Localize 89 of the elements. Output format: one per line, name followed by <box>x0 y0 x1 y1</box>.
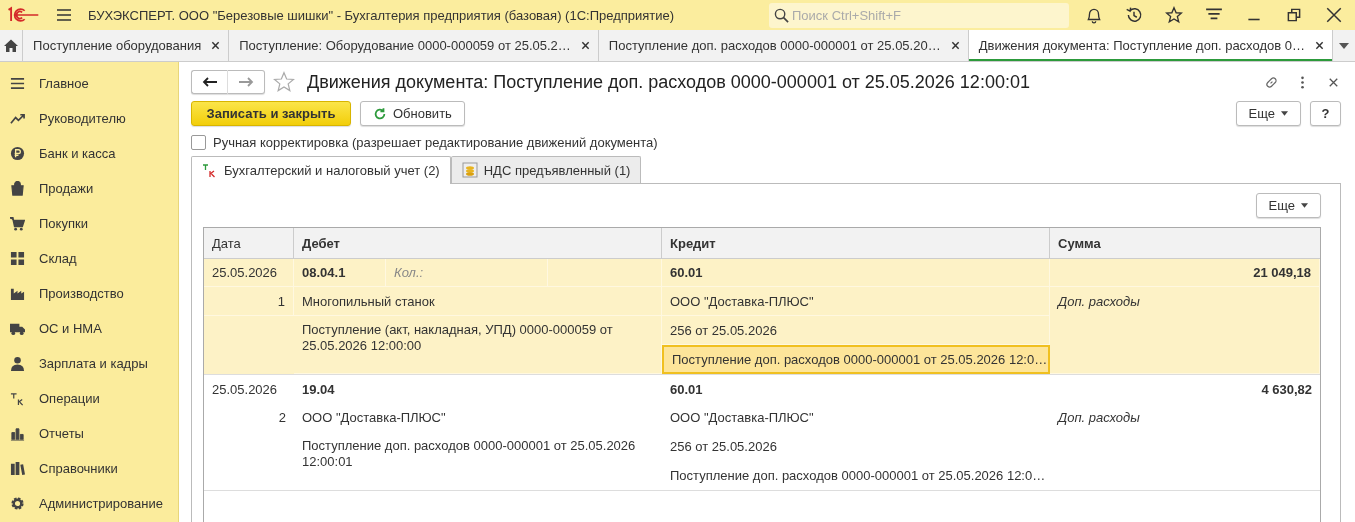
more-button[interactable]: Еще <box>1235 101 1301 126</box>
coins-icon <box>461 162 478 178</box>
logo-icon <box>6 6 40 24</box>
star-icon[interactable] <box>1165 6 1183 24</box>
checkbox[interactable] <box>191 135 206 150</box>
restore-icon[interactable] <box>1285 6 1303 24</box>
table-cell[interactable]: Поступление доп. расходов 0000-000001 от 25.05.2026 12:0… <box>662 345 1050 374</box>
table-cell: Многопильный станок <box>294 287 662 316</box>
save-and-close-button[interactable]: Записать и закрыть <box>191 101 351 126</box>
truck-icon <box>10 321 25 336</box>
tab[interactable]: НДС предъявленный (1) <box>450 156 642 183</box>
column-header[interactable]: Сумма <box>1050 228 1320 258</box>
close-icon[interactable] <box>580 41 590 50</box>
history-icon[interactable] <box>1125 6 1143 24</box>
back-arrow-icon <box>201 77 218 87</box>
caret-icon <box>1301 203 1308 208</box>
table-cell-text: 60.01 <box>669 380 704 399</box>
sidebar-item[interactable]: Производство <box>0 276 178 311</box>
form-title: Движения документа: Поступление доп. расходов 0000-000001 от 25.05.2026 12:00:01 <box>307 71 1031 93</box>
forward-arrow-icon <box>238 77 254 87</box>
table-cell: Кол.: <box>385 259 547 286</box>
close-icon[interactable] <box>1315 41 1324 50</box>
person-icon <box>10 356 25 371</box>
cart-icon <box>10 216 25 231</box>
factory-icon <box>10 286 25 301</box>
gear-icon <box>10 496 25 511</box>
sidebar-item[interactable]: Администрирование <box>0 486 178 521</box>
more-button[interactable]: Еще <box>1255 193 1321 218</box>
bag-icon <box>10 181 25 196</box>
close-icon[interactable] <box>950 41 960 50</box>
table-cell-text: Доп. расходы <box>1056 409 1141 427</box>
table-cell: 25.05.2026 <box>204 259 294 287</box>
trend-icon <box>10 111 25 126</box>
ledger-icon <box>202 162 218 179</box>
sidebar-item[interactable]: Зарплата и кадры <box>0 346 178 381</box>
table-cell: 21 049,18 <box>1050 259 1320 287</box>
table-cell[interactable]: ООО "Доставка-ПЛЮС" <box>662 403 1050 432</box>
close-icon[interactable] <box>1325 6 1343 24</box>
sidebar-item[interactable]: ОС и НМА <box>0 311 178 346</box>
bars-icon <box>10 426 25 441</box>
checkbox-label: Ручная корректировка (разрешает редактирование движений документа) <box>213 135 658 150</box>
caret-icon <box>1339 42 1349 49</box>
refresh-button[interactable]: Обновить <box>360 101 465 126</box>
table-cell-text: 4 630,82 <box>1260 380 1313 399</box>
refresh-icon <box>373 106 387 121</box>
bell-icon[interactable] <box>1085 6 1103 24</box>
sidebar-item[interactable]: Главное <box>0 66 178 101</box>
close-icon[interactable] <box>211 41 221 50</box>
sidebar-item[interactable]: Отчеты <box>0 416 178 451</box>
table-cell: Доп. расходы <box>1050 287 1320 374</box>
table-cell[interactable]: Поступление доп. расходов 0000-000001 от 25.05.2026 12:0… <box>662 461 1050 490</box>
document-tab[interactable]: Движения документа: Поступление доп. расходов 0… <box>968 30 1333 61</box>
search-field[interactable]: Поиск Ctrl+Shift+F <box>769 2 1069 28</box>
table-cell: Поступление (акт, накладная, УПД) 0000-000059 от 25.05.2026 12:00:00 <box>294 316 662 374</box>
column-header[interactable]: Дата <box>204 228 294 258</box>
table-cell-text: 25.05.2026 <box>211 380 279 399</box>
sidebar-item[interactable]: Покупки <box>0 206 178 241</box>
table-cell-text: 19.04 <box>301 380 336 399</box>
link-icon[interactable] <box>1264 74 1279 90</box>
table-cell-text: 2 <box>277 409 287 427</box>
star-icon[interactable] <box>273 71 295 93</box>
menu-icon[interactable] <box>56 7 72 23</box>
coin-icon <box>10 146 25 161</box>
table-cell-text: 08.04.1 <box>301 264 347 282</box>
table-cell[interactable]: ООО "Доставка-ПЛЮС" <box>662 287 1050 316</box>
ledger-icon <box>10 391 25 406</box>
sidebar-item[interactable]: Руководителю <box>0 101 178 136</box>
caret-icon <box>1281 111 1288 116</box>
column-header[interactable]: Дебет <box>294 228 662 258</box>
table-row[interactable] <box>204 259 1320 375</box>
sidebar-item[interactable]: Справочники <box>0 451 178 486</box>
back-button[interactable] <box>191 70 228 94</box>
sidebar-item[interactable]: Банк и касса <box>0 136 178 171</box>
sidebar-item[interactable]: Склад <box>0 241 178 276</box>
help-button[interactable]: ? <box>1310 101 1341 126</box>
table-cell[interactable]: 256 от 25.05.2026 <box>662 432 1050 461</box>
table-cell-text: ООО "Доставка-ПЛЮС" <box>301 409 447 427</box>
tab[interactable]: Бухгалтерский и налоговый учет (2) <box>191 156 451 184</box>
books-icon <box>10 461 25 476</box>
table-cell: 60.01 <box>662 259 1050 287</box>
table-cell: 1 <box>204 287 294 316</box>
column-header[interactable]: Кредит <box>662 228 1050 258</box>
table-cell-text: Поступление доп. расходов 0000-000001 от 25.05.2026 12:00:01 <box>301 437 637 471</box>
window-title: БУХЭКСПЕРТ. ООО "Березовые шишки" - Бухгалтерия предприятия (базовая) (1С:Предприятие) <box>88 7 675 23</box>
sidebar-item[interactable]: Продажи <box>0 171 178 206</box>
menu-icon <box>10 76 25 91</box>
home-icon <box>3 37 20 54</box>
grid-icon <box>10 251 25 266</box>
sidebar-item[interactable]: Операции <box>0 381 178 416</box>
